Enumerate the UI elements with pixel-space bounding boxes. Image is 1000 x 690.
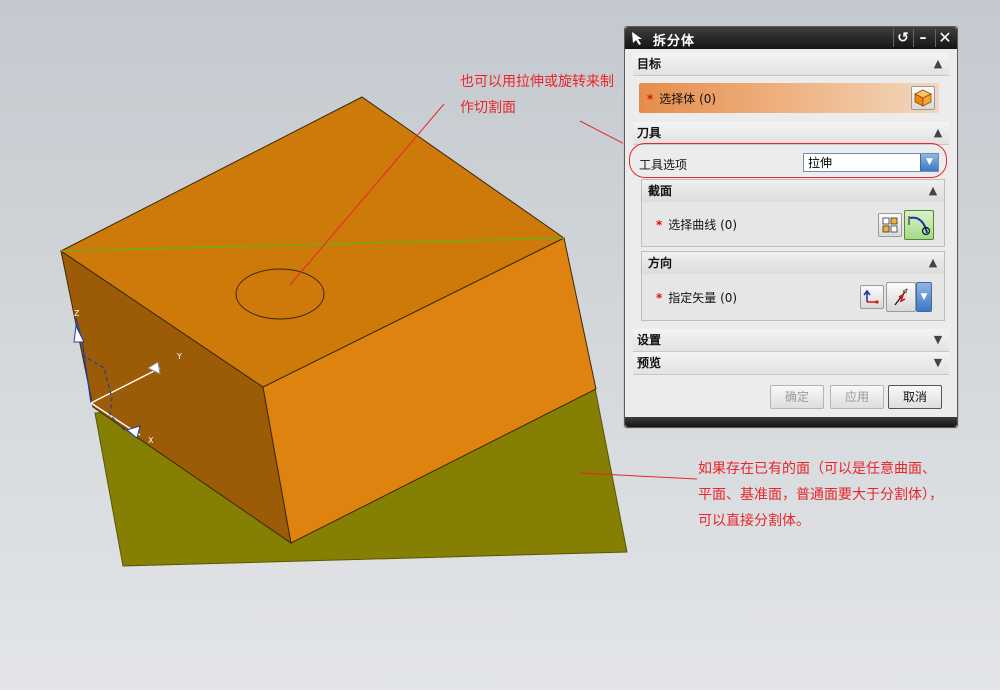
cancel-button[interactable]: 取消 bbox=[888, 385, 942, 409]
chevron-up-icon[interactable]: ▲ bbox=[924, 182, 942, 200]
minimize-icon[interactable]: – bbox=[913, 29, 932, 47]
dialog-bottom-bar bbox=[625, 417, 957, 427]
vector-icon[interactable] bbox=[886, 282, 916, 312]
axis-label-x: X bbox=[148, 436, 154, 445]
subpanel-section-label: 截面 bbox=[648, 184, 673, 198]
select-body-label: * 选择体 (0) bbox=[647, 92, 717, 106]
chevron-up-icon[interactable]: ▲ bbox=[924, 254, 942, 272]
chevron-down-icon[interactable]: ▼ bbox=[929, 331, 947, 349]
reset-icon[interactable]: ↺ bbox=[893, 29, 912, 47]
section-tool-label: 刀具 bbox=[637, 126, 662, 140]
subpanel-direction-header[interactable]: 方向 ▲ bbox=[642, 252, 944, 274]
ok-button[interactable]: 确定 bbox=[770, 385, 824, 409]
section-preview-header[interactable]: 预览 ▼ bbox=[633, 352, 949, 375]
annotation-bottom: 如果存在已有的面（可以是任意曲面、平面、基准面，普通面要大于分割体），可以直接分… bbox=[698, 461, 943, 529]
orange-cube-icon[interactable] bbox=[911, 86, 935, 110]
subpanel-section-header[interactable]: 截面 ▲ bbox=[642, 180, 944, 202]
select-curve-label: * 选择曲线 (0) bbox=[656, 218, 738, 232]
dialog-title: 拆分体 bbox=[653, 34, 696, 49]
chevron-down-icon[interactable]: ▼ bbox=[929, 354, 947, 372]
section-settings-header[interactable]: 设置 ▼ bbox=[633, 329, 949, 352]
axis-label-y: Y bbox=[176, 352, 182, 361]
highlight-ellipse bbox=[629, 143, 947, 178]
section-subpanel: 截面 ▲ * 选择曲线 (0) bbox=[641, 179, 945, 247]
select-body-row[interactable]: * 选择体 (0) bbox=[639, 83, 939, 113]
subpanel-direction-label: 方向 bbox=[648, 256, 673, 270]
section-tool-header[interactable]: 刀具 ▲ bbox=[633, 122, 949, 145]
axis-label-z: Z bbox=[74, 309, 80, 318]
section-target-label: 目标 bbox=[637, 57, 662, 71]
arrow-cursor-icon bbox=[632, 32, 642, 45]
dialog-titlebar[interactable]: 拆分体 ↺ – ✕ bbox=[625, 27, 957, 49]
curve-rule-icon[interactable] bbox=[878, 213, 902, 237]
split-body-dialog: 拆分体 ↺ – ✕ 目标 ▲ * 选择体 (0) 刀具 ▲ 工具选项 拉伸 ▼ 截… bbox=[624, 26, 958, 428]
section-target-header[interactable]: 目标 ▲ bbox=[633, 53, 949, 76]
annotation-top: 也可以用拉伸或旋转来制作切割面 bbox=[460, 74, 614, 116]
direction-subpanel: 方向 ▲ * 指定矢量 (0) ▼ bbox=[641, 251, 945, 321]
chevron-up-icon[interactable]: ▲ bbox=[929, 124, 947, 142]
curve-select-icon[interactable] bbox=[904, 210, 934, 240]
chevron-down-icon[interactable]: ▼ bbox=[916, 282, 932, 312]
apply-button[interactable]: 应用 bbox=[830, 385, 884, 409]
section-preview-label: 预览 bbox=[637, 356, 662, 370]
specify-vector-label: * 指定矢量 (0) bbox=[656, 291, 738, 305]
close-icon[interactable]: ✕ bbox=[935, 29, 954, 47]
reverse-direction-icon[interactable] bbox=[860, 285, 884, 309]
section-settings-label: 设置 bbox=[637, 333, 662, 347]
chevron-up-icon[interactable]: ▲ bbox=[929, 55, 947, 73]
